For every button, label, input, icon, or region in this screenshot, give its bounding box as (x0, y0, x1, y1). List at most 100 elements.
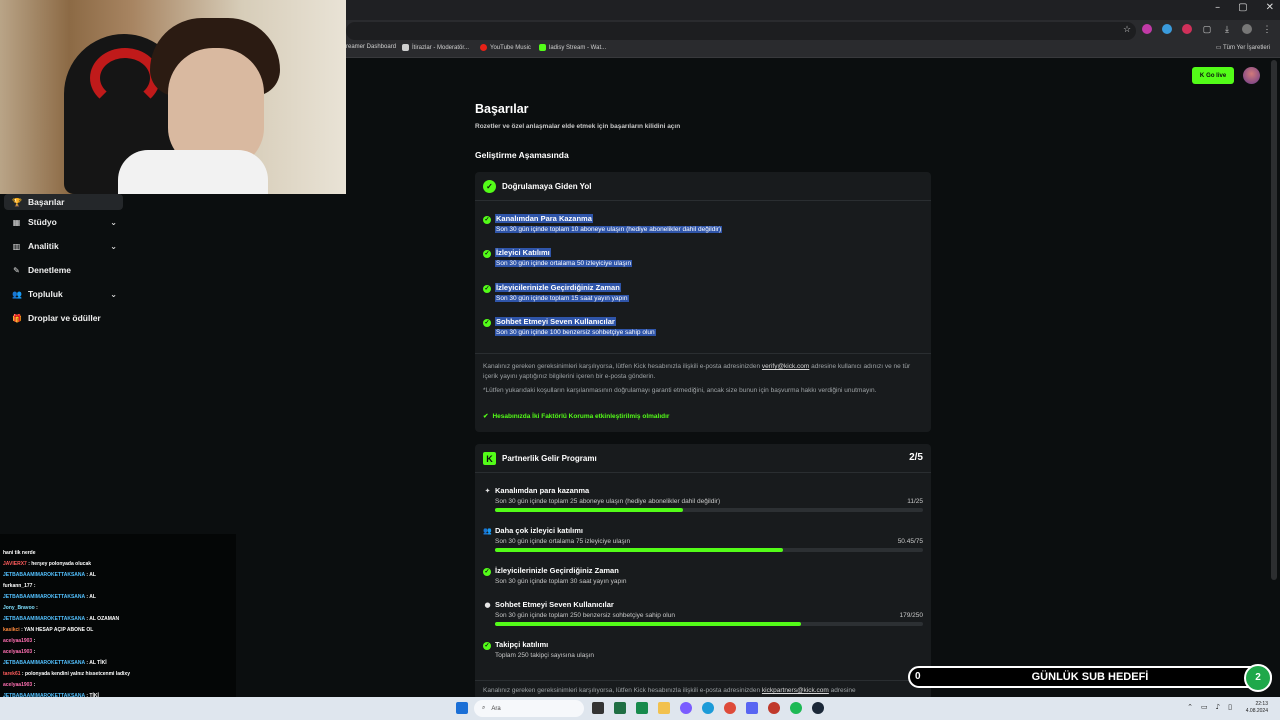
sub-goal-target: 2 (1244, 664, 1272, 692)
chat-text: : YAN HESAP AÇIP ABONE OL (21, 627, 94, 633)
steam-icon[interactable] (812, 702, 824, 714)
avatar[interactable] (1243, 67, 1260, 84)
chat-username[interactable]: JETBABAAMIMAROKETTAKSANA (3, 616, 86, 622)
progress-fill (495, 508, 684, 512)
search-placeholder: Ara (491, 705, 501, 712)
chrome-icon[interactable] (724, 702, 736, 714)
go-live-label: Go live (1206, 72, 1227, 79)
sidebar-item-label: Denetleme (28, 265, 71, 275)
chat-username[interactable]: JETBABAAMIMAROKETTAKSANA (3, 572, 86, 578)
divider (475, 680, 931, 681)
chevron-down-icon[interactable]: ⌄ (110, 218, 117, 227)
chat-username[interactable]: acelyaa1903 (3, 638, 34, 644)
excel-icon[interactable] (636, 702, 648, 714)
bookmark[interactable]: reamer Dashboard (346, 44, 396, 50)
app-icon[interactable] (768, 702, 780, 714)
all-bookmarks[interactable]: ▭ Tüm Yer İşaretleri (1216, 44, 1270, 51)
sidebar-item-label: Başarılar (28, 197, 65, 207)
divider (475, 200, 931, 201)
puzzle-icon[interactable]: ▢ (1202, 24, 1212, 34)
battery-icon[interactable]: ▯ (1228, 703, 1232, 711)
card-header: ✓ Doğrulamaya Giden Yol (483, 180, 592, 193)
requirement-desc: Son 30 gün içinde ortalama 75 izleyiciye… (495, 538, 631, 545)
sidebar-item-label: Stüdyo (28, 217, 57, 227)
card-title: Doğrulamaya Giden Yol (502, 182, 592, 191)
trophy-icon: 🏆 (12, 197, 22, 207)
chat-username[interactable]: Jony_Bravoo (3, 605, 36, 611)
menu-icon[interactable]: ⋮ (1262, 24, 1272, 34)
verify-email-link[interactable]: verify@kick.com (762, 363, 809, 370)
requirement-title: Takipçi katılımı (495, 640, 549, 649)
file-explorer-icon[interactable] (658, 702, 670, 714)
chevron-down-icon[interactable]: ⌄ (110, 290, 117, 299)
bookmark[interactable]: YouTube Music (480, 44, 531, 51)
note-text: adresine (830, 687, 856, 694)
extension-icon[interactable] (1162, 24, 1172, 34)
maximize-button[interactable]: ▢ (1238, 2, 1247, 13)
volume-icon[interactable]: ♪ (1216, 703, 1220, 711)
task-view-icon[interactable] (592, 702, 604, 714)
taskbar-clock[interactable]: 22:13 4.08.2024 (1246, 701, 1268, 715)
sidebar-item-label: Droplar ve ödüller (28, 313, 101, 323)
progress-count: 11/25 (907, 498, 923, 505)
discord-icon[interactable] (746, 702, 758, 714)
address-bar[interactable] (346, 22, 1136, 40)
check-icon: ✓ (483, 319, 491, 327)
chevron-up-icon[interactable]: ⌃ (1187, 703, 1193, 711)
chat-username[interactable]: JETBABAAMIMAROKETTAKSANA (3, 660, 86, 666)
window-controls: – ▢ ✕ (1215, 2, 1274, 13)
bookmark-label: reamer Dashboard (346, 44, 397, 50)
community-icon: 👥 (12, 289, 22, 299)
sidebar-item[interactable]: 🏆 Başarılar (4, 194, 123, 210)
close-button[interactable]: ✕ (1266, 2, 1274, 13)
minimize-button[interactable]: – (1215, 2, 1220, 13)
page-subtitle: Rozetler ve özel anlaşmalar elde etmek i… (475, 123, 681, 130)
chat-username[interactable]: kasikci (3, 627, 21, 633)
bookmark[interactable]: ladisy Stream - Wat... (539, 44, 606, 51)
chat-message: hani tik nerde (3, 550, 36, 556)
chat-text: hani tik nerde (3, 550, 36, 556)
bookmark[interactable]: İtirazlar - Moderatör... (402, 44, 469, 51)
chevron-down-icon[interactable]: ⌄ (110, 242, 117, 251)
go-live-button[interactable]: K Go live (1192, 67, 1234, 84)
app-icon[interactable] (614, 702, 626, 714)
star-icon[interactable]: ☆ (1122, 24, 1132, 34)
chat-username[interactable]: acelyaa1903 (3, 682, 34, 688)
extension-icon[interactable] (1142, 24, 1152, 34)
windows-start-icon[interactable] (456, 702, 468, 714)
chat-username[interactable]: JETBABAAMIMAROKETTAKSANA (3, 594, 86, 600)
check-icon: ✓ (483, 285, 491, 293)
extension-icon[interactable] (1182, 24, 1192, 34)
download-icon[interactable]: ⤓ (1222, 24, 1232, 34)
network-icon[interactable]: ▭ (1201, 703, 1208, 711)
progress-count: 50.45/75 (897, 538, 923, 545)
progress-bar (495, 548, 923, 552)
scrollbar[interactable] (1271, 60, 1277, 580)
chat-username[interactable]: JAVIERX7 (3, 561, 28, 567)
partner-email-link[interactable]: kickpartners@kick.com (762, 687, 829, 694)
chat-username[interactable]: acelyaa1903 (3, 649, 34, 655)
sidebar-item[interactable]: ▥ Analitik ⌄ (4, 238, 123, 254)
sidebar-item[interactable]: ✎ Denetleme (4, 262, 123, 278)
spotify-icon[interactable] (790, 702, 802, 714)
check-icon: ✓ (483, 642, 491, 650)
check-icon: ✓ (483, 568, 491, 576)
clock-date: 4.08.2024 (1245, 708, 1268, 714)
edge-icon[interactable] (702, 702, 714, 714)
partner-card: K Partnerlik Gelir Programı 2/5 ✦ Kanalım… (475, 444, 931, 700)
two-factor-note: ✔ Hesabınızda İki Faktörlü Koruma etkinl… (483, 412, 669, 421)
sidebar-item-label: Analitik (28, 241, 59, 251)
chat-username[interactable]: furkann_177 (3, 583, 34, 589)
chat-text: : herşey polonyada olucak (28, 561, 92, 567)
sidebar-item[interactable]: ▦ Stüdyo ⌄ (4, 214, 123, 230)
chat-username[interactable]: tarek61 (3, 671, 22, 677)
sidebar-item[interactable]: 👥 Topluluk ⌄ (4, 286, 123, 302)
clock-time: 22:13 (1255, 701, 1268, 707)
divider (475, 353, 931, 354)
chat-message: acelyaa1903 : (3, 638, 35, 644)
verified-badge-icon: ✓ (483, 180, 496, 193)
taskbar-search[interactable]: ⌕ Ara (474, 700, 584, 717)
profile-icon[interactable] (1242, 24, 1252, 34)
app-icon[interactable] (680, 702, 692, 714)
sidebar-item[interactable]: 🎁 Droplar ve ödüller (4, 310, 123, 326)
